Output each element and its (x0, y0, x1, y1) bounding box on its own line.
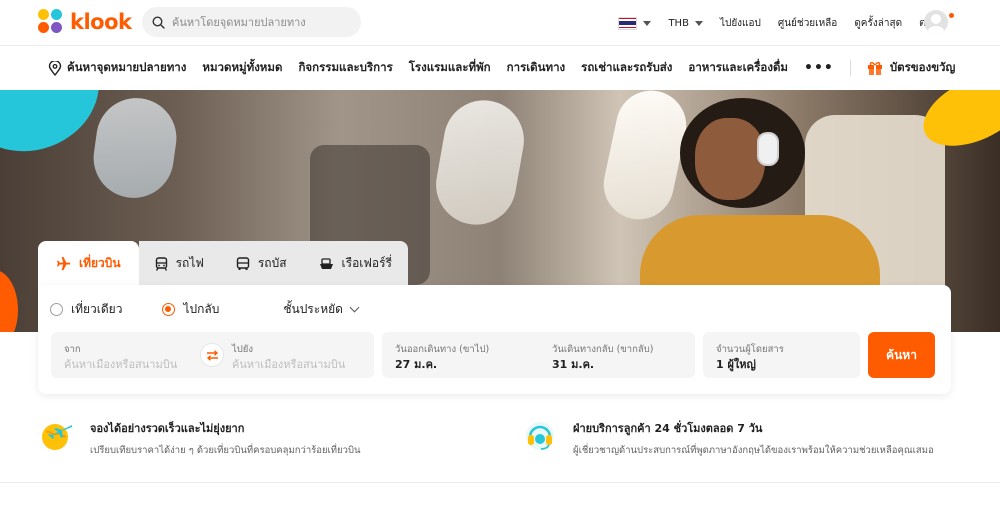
destination-search-link[interactable]: ค้นหาจุดหมายปลายทาง (48, 59, 186, 77)
feature-text: ฝ่ายบริการลูกค้า 24 ชั่วโมงตลอด 7 วัน ผู… (573, 418, 934, 458)
klook-logo-icon (38, 9, 64, 35)
return-date-field[interactable]: วันเดินทางกลับ (ขากลับ) 31 ม.ค. (540, 332, 695, 378)
transport-tabs: เที่ยวบิน รถไฟ รถบัส เรือเฟอร์รี่ (38, 241, 408, 286)
radio-one-way-indicator (50, 303, 63, 316)
origin-placeholder: ค้นหาเมืองหรือสนามบิน (64, 358, 178, 371)
trip-options: เที่ยวเดียว ไปกลับ ชั้นประหยัด (50, 300, 360, 319)
location-pin-icon (48, 60, 62, 76)
train-icon (155, 256, 167, 271)
ferry-icon (319, 257, 333, 269)
passenger-value: 1 ผู้ใหญ่ (716, 358, 756, 371)
chevron-down-icon (694, 20, 703, 26)
airplane-window-image (429, 94, 531, 231)
headset-icon (526, 422, 554, 450)
tab-buses-label: รถบัส (257, 256, 287, 270)
radio-round-trip[interactable]: ไปกลับ (162, 300, 219, 319)
destination-field[interactable]: ไปยัง ค้นหาเมืองหรือสนามบิน (226, 332, 374, 378)
tab-flights[interactable]: เที่ยวบิน (38, 241, 139, 286)
feature-support: ฝ่ายบริการลูกค้า 24 ชั่วโมงตลอด 7 วัน ผู… (523, 418, 934, 458)
tab-trains-label: รถไฟ (175, 256, 204, 270)
link-recently-viewed[interactable]: ดูครั้งล่าสุด (854, 16, 902, 31)
feature-text: จองได้อย่างรวดเร็วและไม่ยุ่งยาก เปรียบเท… (90, 418, 360, 458)
tab-buses[interactable]: รถบัส (219, 241, 303, 286)
currency-label: THB (668, 17, 689, 29)
more-menu-icon[interactable]: ••• (804, 60, 834, 76)
depart-date-value: 27 ม.ค. (395, 358, 438, 371)
airplane-globe-icon (42, 424, 72, 450)
klook-wordmark: klook (70, 10, 132, 34)
avatar[interactable] (924, 10, 948, 34)
top-header: klook THB ไปยังแอป ศูนย์ช่วยเหลือ ดูครั้… (0, 0, 1000, 46)
nav-all-categories[interactable]: หมวดหมู่ทั้งหมด (202, 59, 282, 77)
destination-label: ค้นหาจุดหมายปลายทาง (67, 60, 187, 74)
tab-ferries-label: เรือเฟอร์รี่ (341, 256, 392, 270)
cabin-class-value: ชั้นประหยัด (283, 302, 343, 316)
cart-notification-dot (949, 12, 954, 18)
flight-search-panel: เที่ยวเดียว ไปกลับ ชั้นประหยัด จาก ค้นหา… (38, 285, 951, 394)
swap-button[interactable] (200, 343, 224, 367)
feature-title: จองได้อย่างรวดเร็วและไม่ยุ่งยาก (90, 422, 245, 435)
top-right-menu: THB ไปยังแอป ศูนย์ช่วยเหลือ ดูครั้งล่าสุ… (618, 0, 954, 46)
airplane-window-image (597, 90, 693, 226)
decor-blob (0, 270, 18, 332)
search-input[interactable] (172, 15, 352, 29)
destination-placeholder: ค้นหาเมืองหรือสนามบิน (232, 358, 346, 371)
language-selector[interactable] (618, 16, 652, 30)
traveler-image (695, 118, 765, 200)
airplane-window-image (88, 92, 182, 204)
nav-transport[interactable]: การเดินทาง (507, 59, 566, 77)
klook-logo[interactable]: klook (38, 8, 132, 36)
feature-description: ผู้เชี่ยวชาญด้านประสบการณ์ที่พูดภาษาอังก… (573, 445, 934, 456)
nav-hotels[interactable]: โรงแรมและที่พัก (409, 59, 491, 77)
nav-food-drink[interactable]: อาหารและเครื่องดื่ม (688, 59, 788, 77)
bus-icon (236, 256, 250, 270)
search-box[interactable] (142, 7, 361, 37)
gift-icon (867, 62, 882, 75)
return-date-value: 31 ม.ค. (552, 358, 595, 371)
nav-divider (849, 60, 851, 76)
radio-round-trip-label: ไปกลับ (183, 302, 220, 316)
cabin-class-dropdown[interactable]: ชั้นประหยัด (283, 300, 360, 319)
chevron-down-icon (643, 20, 652, 26)
nav-activities[interactable]: กิจกรรมและบริการ (298, 59, 392, 77)
search-button[interactable]: ค้นหา (868, 332, 935, 378)
headphones-image (757, 132, 779, 166)
depart-date-field[interactable]: วันออกเดินทาง (ขาไป) 27 ม.ค. (382, 332, 538, 378)
feature-fast-booking: จองได้อย่างรวดเร็วและไม่ยุ่งยาก เปรียบเท… (40, 418, 360, 458)
search-icon (152, 15, 165, 29)
radio-round-trip-indicator (162, 303, 176, 316)
gift-card-label: บัตรของขวัญ (889, 60, 956, 74)
nav-car-rental[interactable]: รถเช่าและรถรับส่ง (581, 59, 672, 77)
link-open-app[interactable]: ไปยังแอป (720, 16, 761, 31)
airplane-icon (56, 256, 71, 271)
passenger-field[interactable]: จำนวนผู้โดยสาร 1 ผู้ใหญ่ (703, 332, 860, 378)
link-help-center[interactable]: ศูนย์ช่วยเหลือ (778, 16, 837, 31)
currency-selector[interactable]: THB (668, 18, 703, 29)
section-divider (0, 482, 1000, 483)
tab-flights-label: เที่ยวบิน (79, 256, 121, 270)
tab-ferries[interactable]: เรือเฟอร์รี่ (302, 241, 408, 286)
origin-field[interactable]: จาก ค้นหาเมืองหรือสนามบิน (51, 332, 201, 378)
date-field: วันออกเดินทาง (ขาไป) 27 ม.ค. วันเดินทางก… (382, 332, 695, 378)
chevron-down-icon (349, 302, 360, 313)
radio-one-way[interactable]: เที่ยวเดียว (50, 300, 122, 319)
radio-one-way-label: เที่ยวเดียว (71, 302, 123, 316)
feature-title: ฝ่ายบริการลูกค้า 24 ชั่วโมงตลอด 7 วัน (573, 422, 763, 435)
gift-card-link[interactable]: บัตรของขวัญ (867, 59, 955, 77)
category-nav: ค้นหาจุดหมายปลายทาง หมวดหมู่ทั้งหมด กิจก… (0, 46, 1000, 90)
route-field: จาก ค้นหาเมืองหรือสนามบิน ไปยัง ค้นหาเมื… (51, 332, 374, 378)
tab-trains[interactable]: รถไฟ (138, 241, 220, 286)
feature-description: เปรียบเทียบราคาได้ง่าย ๆ ด้วยเที่ยวบินที… (90, 445, 361, 456)
thailand-flag-icon (618, 16, 638, 30)
swap-arrows-icon (206, 349, 218, 361)
